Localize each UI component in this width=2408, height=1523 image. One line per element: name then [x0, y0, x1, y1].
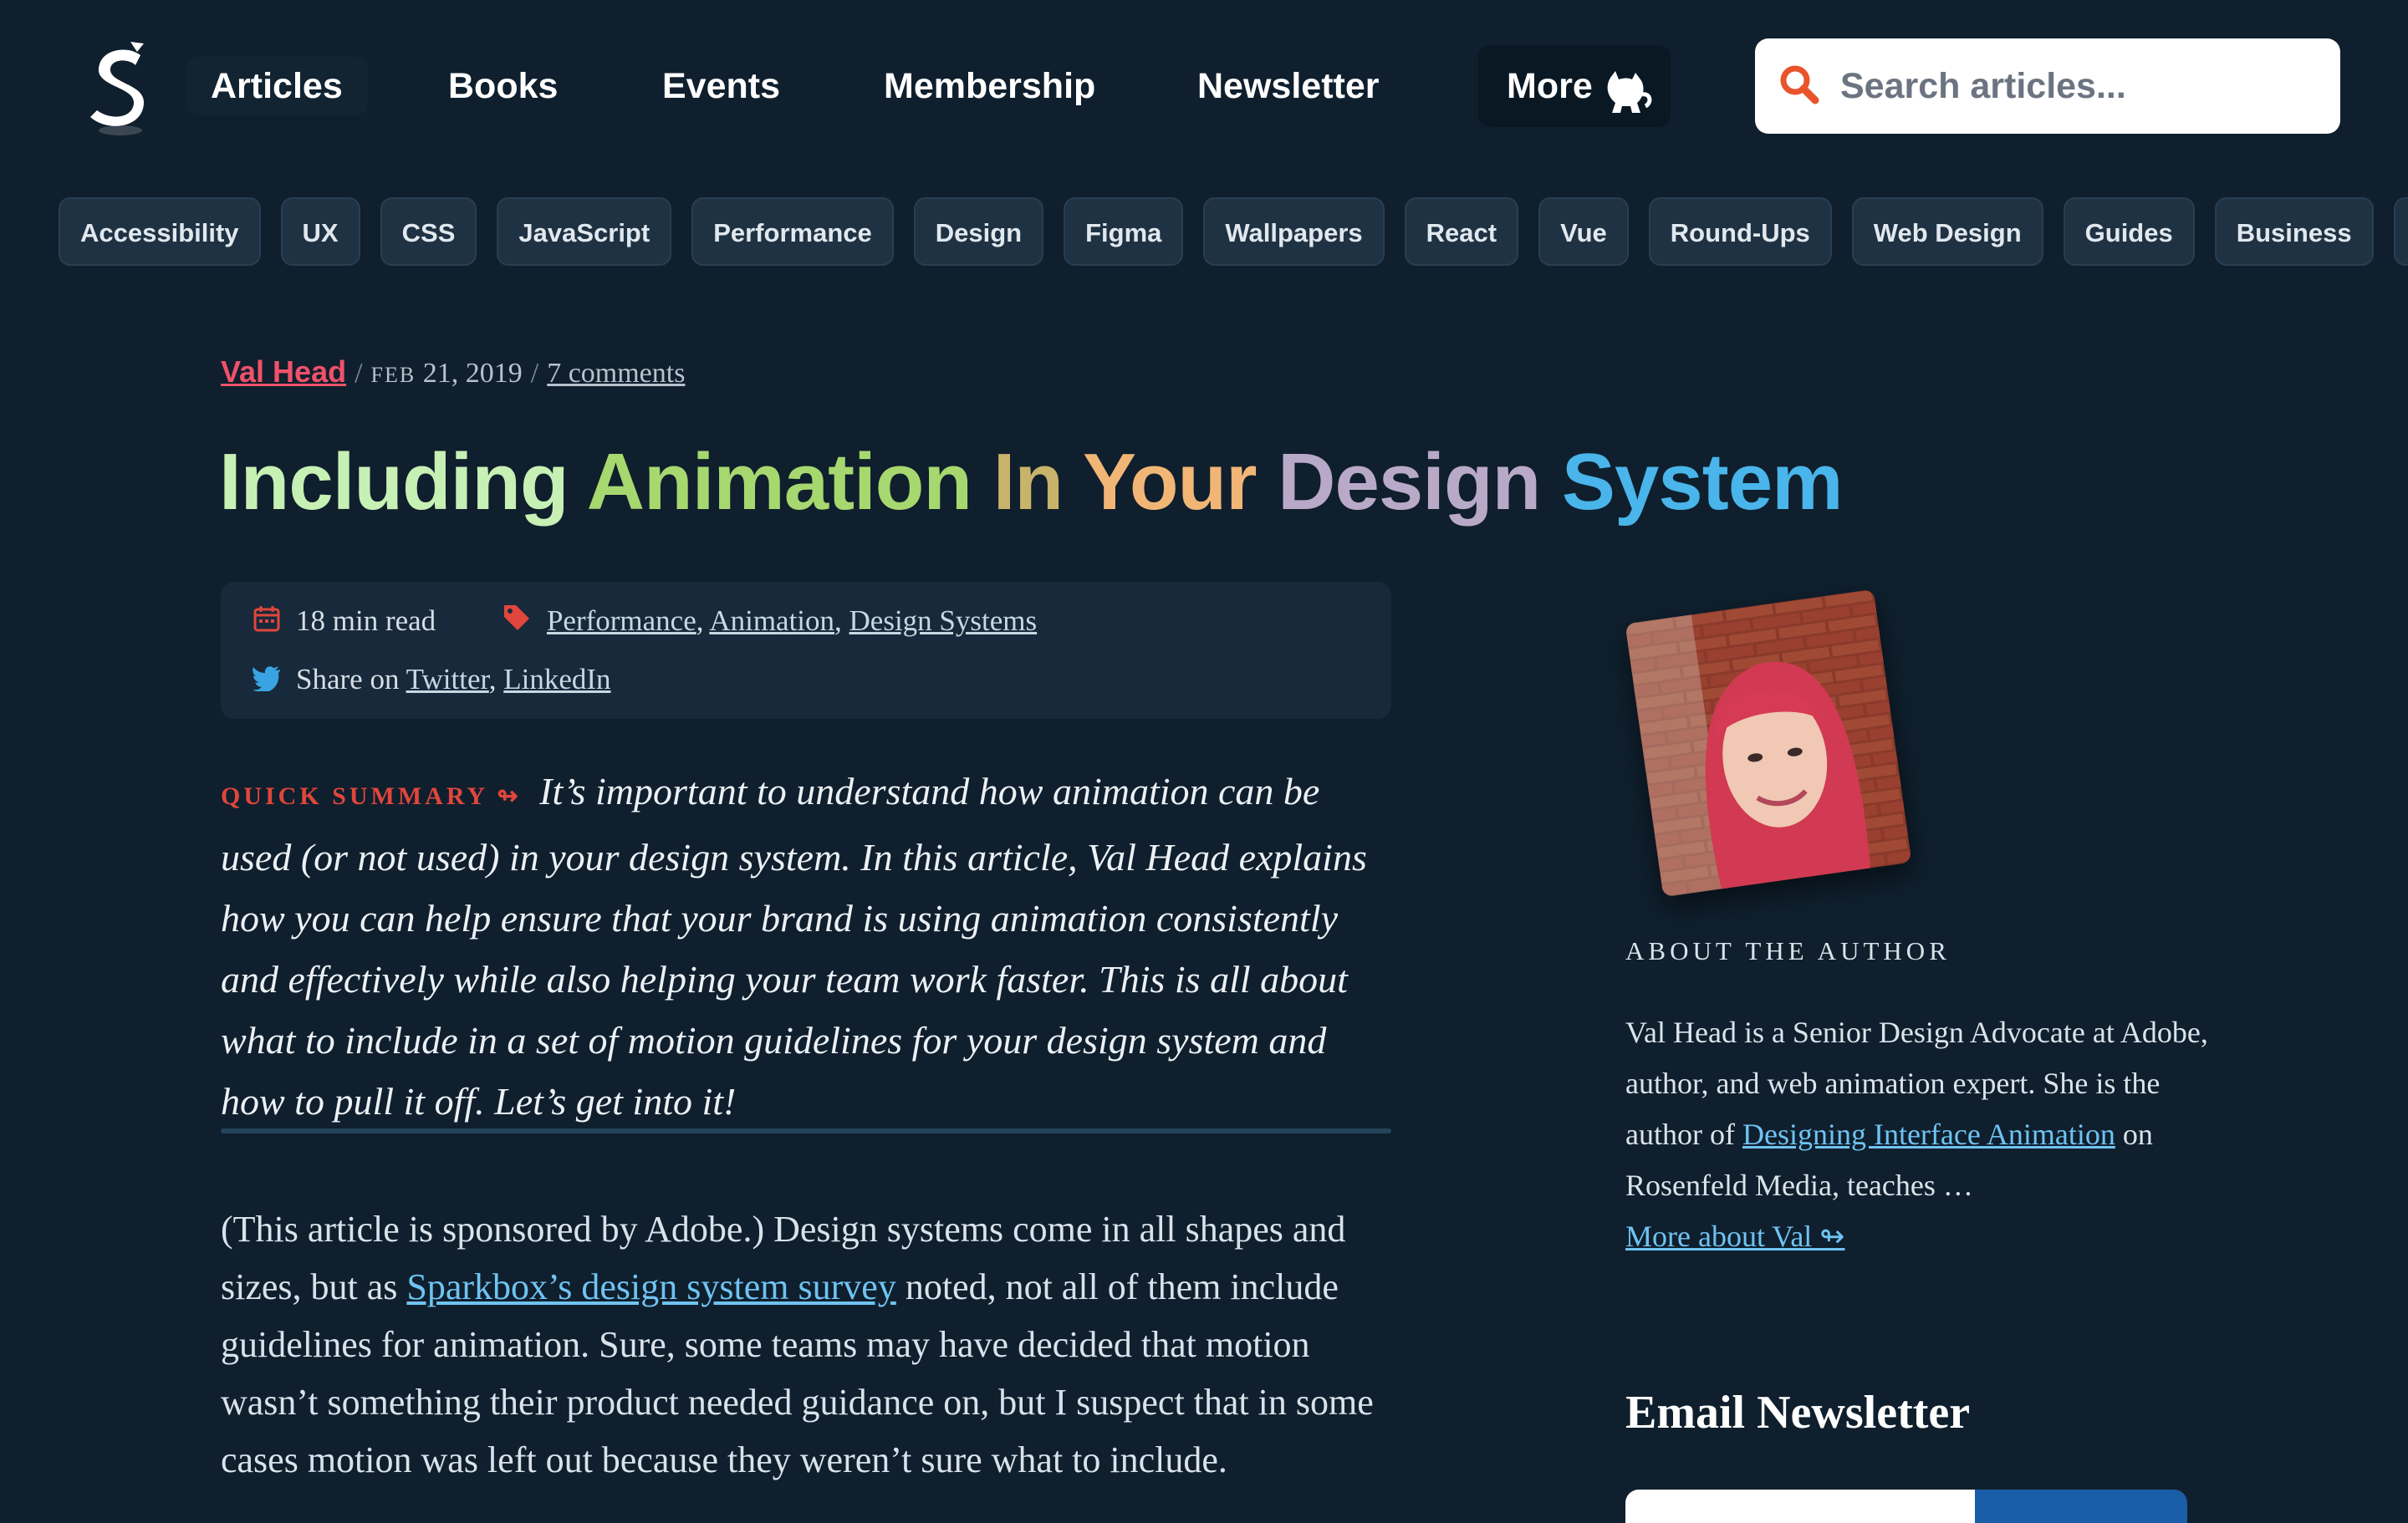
smashing-logo-icon[interactable]	[82, 40, 159, 140]
tag-design-systems[interactable]: Design Systems	[849, 604, 1038, 637]
author-avatar[interactable]	[1625, 588, 1912, 898]
nav-membership[interactable]: Membership	[859, 57, 1120, 115]
share-linkedin-link[interactable]: LinkedIn	[503, 663, 610, 695]
category-pill-figma[interactable]: Figma	[1064, 197, 1184, 266]
tag-animation[interactable]: Animation	[709, 604, 834, 637]
nav-more-button[interactable]: More	[1478, 45, 1671, 127]
nav-events[interactable]: Events	[637, 57, 805, 115]
byline: Val Head / FEB 21, 2019/7 comments	[221, 354, 685, 396]
search-icon	[1777, 62, 1824, 109]
nav-newsletter[interactable]: Newsletter	[1172, 57, 1404, 115]
search-box[interactable]	[1755, 38, 2340, 134]
newsletter-title: Email Newsletter	[1625, 1387, 1971, 1439]
category-pill-react[interactable]: React	[1404, 197, 1519, 266]
byline-separator: /	[355, 358, 363, 389]
category-pill-accessibility[interactable]: Accessibility	[59, 197, 261, 266]
top-nav: Articles Books Events Membership Newslet…	[0, 0, 2408, 176]
title-word: Including	[219, 437, 569, 527]
date-rest: 21, 2019	[422, 358, 523, 389]
newsletter-subscribe-button[interactable]	[1975, 1490, 2187, 1523]
category-pill-vue[interactable]: Vue	[1538, 197, 1629, 266]
article-title: Including Animation In Your Design Syste…	[219, 428, 2142, 537]
nav-more-label: More	[1507, 66, 1593, 106]
search-input[interactable]	[1839, 53, 2315, 119]
article-body-paragraph: (This article is sponsored by Adobe.) De…	[221, 1200, 1408, 1489]
share-twitter-link[interactable]: Twitter	[406, 663, 489, 695]
meta-row-read-tags: 18 min read Performance, Animation, Desi…	[253, 600, 1037, 642]
title-word: Your	[1082, 437, 1258, 527]
title-word: Animation	[586, 437, 972, 527]
about-author-text: Val Head is a Senior Design Advocate at …	[1625, 1007, 2211, 1262]
designing-interface-animation-link[interactable]: Designing Interface Animation	[1742, 1118, 2115, 1151]
category-pills: Accessibility UX CSS JavaScript Performance D…	[59, 197, 2408, 267]
nav-articles[interactable]: Articles	[186, 57, 368, 115]
article-meta-box: 18 min read Performance, Animation, Desi…	[221, 582, 1391, 719]
nav-books[interactable]: Books	[423, 57, 583, 115]
category-pill-ux[interactable]: UX	[280, 197, 360, 266]
tag-performance[interactable]: Performance	[547, 604, 696, 637]
read-time: 18 min read	[296, 604, 436, 637]
category-pill-design[interactable]: Design	[913, 197, 1044, 266]
category-pill-css[interactable]: CSS	[380, 197, 477, 266]
twitter-icon	[253, 661, 281, 703]
title-word: Design	[1278, 437, 1541, 527]
cat-icon	[1604, 64, 1652, 113]
category-pill-performance[interactable]: Performance	[691, 197, 894, 266]
title-word: System	[1561, 437, 1844, 527]
quick-summary-text: It’s important to understand how animati…	[221, 770, 1367, 1123]
category-pill-wallpapers[interactable]: Wallpapers	[1203, 197, 1385, 266]
divider	[221, 1128, 1391, 1133]
category-pill-guides[interactable]: Guides	[2063, 197, 2195, 266]
date-month: FEB	[370, 363, 416, 387]
calendar-icon	[253, 603, 281, 644]
quick-summary-label: QUICK SUMMARY ↬	[221, 782, 522, 810]
quick-summary: QUICK SUMMARY ↬ It’s important to unders…	[221, 761, 1400, 1132]
share-prefix: Share on	[296, 663, 400, 695]
more-about-val-link[interactable]: More about Val ↬	[1625, 1220, 1844, 1253]
category-pill-round-ups[interactable]: Round-Ups	[1648, 197, 1832, 266]
category-pill-web-design[interactable]: Web Design	[1851, 197, 2043, 266]
title-word: In	[992, 437, 1064, 527]
category-pill-javascript[interactable]: JavaScript	[497, 197, 672, 266]
meta-row-share: Share on Twitter, LinkedIn	[253, 659, 611, 700]
newsletter-email-input[interactable]	[1625, 1490, 1977, 1523]
byline-separator: /	[530, 358, 539, 389]
sparkbox-survey-link[interactable]: Sparkbox’s design system survey	[406, 1266, 895, 1307]
comments-link[interactable]: 7 comments	[547, 358, 685, 389]
about-author-label: ABOUT THE AUTHOR	[1625, 936, 1951, 965]
category-pill-c[interactable]: C	[2393, 197, 2408, 266]
author-link[interactable]: Val Head	[221, 354, 346, 389]
category-pill-business[interactable]: Business	[2214, 197, 2374, 266]
tag-icon	[502, 603, 532, 644]
